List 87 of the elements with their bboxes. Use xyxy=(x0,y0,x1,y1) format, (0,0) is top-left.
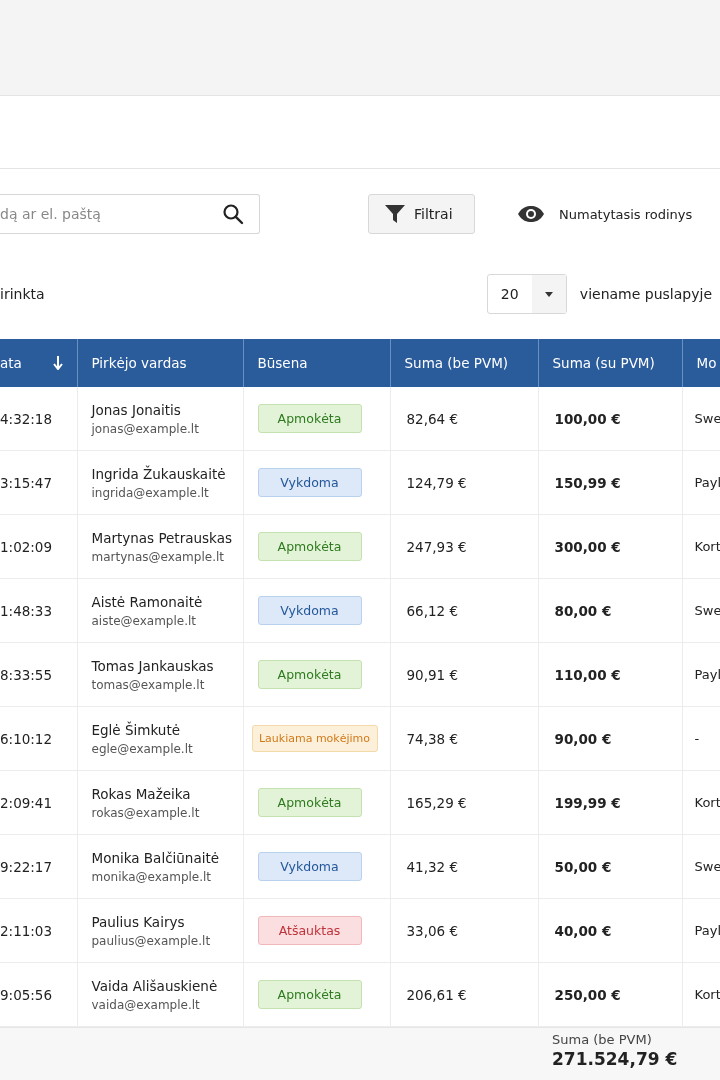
payment-method-cell: Swe xyxy=(682,578,720,643)
customer-email: monika@example.lt xyxy=(91,869,213,884)
payment-method-cell: Kort xyxy=(682,962,720,1027)
search-field[interactable]: dą ar el. paštą xyxy=(0,194,260,234)
column-header[interactable]: Pirkėjo vardas xyxy=(77,339,243,387)
payment-method-cell: Kort xyxy=(682,770,720,835)
customer-name: Tomas Jankauskas xyxy=(91,657,215,674)
amount-cell: 90,00 € xyxy=(538,706,682,771)
amount-cell: 33,06 € xyxy=(390,898,538,963)
customer-name: Monika Balčiūnaitė xyxy=(91,849,221,866)
customer-email: egle@example.lt xyxy=(91,741,194,756)
customer-email: martynas@example.lt xyxy=(91,549,225,564)
amount-cell: 100,00 € xyxy=(538,387,682,451)
time-cell: 1:48:33 xyxy=(0,578,77,643)
payment-method-cell: Payl xyxy=(682,642,720,707)
time-cell: 4:32:18 xyxy=(0,387,77,451)
amount-cell: 50,00 € xyxy=(538,834,682,899)
status-badge: Atšauktas xyxy=(257,916,362,945)
page-size-select[interactable]: 20 xyxy=(486,274,567,314)
amount-cell: 250,00 € xyxy=(538,962,682,1027)
time-cell: 9:22:17 xyxy=(0,834,77,899)
status-badge: Vykdoma xyxy=(257,468,362,497)
customer-email: tomas@example.lt xyxy=(91,677,206,692)
customer-name: Eglė Šimkutė xyxy=(91,721,181,738)
time-cell: 3:15:47 xyxy=(0,450,77,515)
total-label: Suma (be PVM) xyxy=(552,1032,653,1047)
customer-name: Paulius Kairys xyxy=(91,913,186,930)
amount-cell: 40,00 € xyxy=(538,898,682,963)
customer-email: ingrida@example.lt xyxy=(91,485,210,500)
selection-text: irinkta xyxy=(0,286,45,302)
amount-cell: 199,99 € xyxy=(538,770,682,835)
amount-cell: 74,38 € xyxy=(390,706,538,771)
caret-icon xyxy=(544,291,553,297)
time-cell: 8:33:55 xyxy=(0,642,77,707)
column-header[interactable]: Suma (su PVM) xyxy=(538,339,682,387)
amount-cell: 165,29 € xyxy=(390,770,538,835)
customer-name: Aistė Ramonaitė xyxy=(91,593,204,610)
payment-method-cell: Swe xyxy=(682,834,720,899)
amount-cell: 124,79 € xyxy=(390,450,538,515)
payment-method-cell: Kort xyxy=(682,514,720,579)
status-badge: Apmokėta xyxy=(257,788,362,817)
payment-method-cell: Payl xyxy=(682,450,720,515)
amount-cell: 247,93 € xyxy=(390,514,538,579)
time-cell: 1:02:09 xyxy=(0,514,77,579)
customer-email: vaida@example.lt xyxy=(91,997,201,1012)
amount-cell: 80,00 € xyxy=(538,578,682,643)
customer-name: Ingrida Žukauskaitė xyxy=(91,465,227,482)
customer-email: jonas@example.lt xyxy=(91,421,200,436)
customer-name: Rokas Mažeika xyxy=(91,785,192,802)
status-badge: Vykdoma xyxy=(257,596,362,625)
customer-name: Vaida Ališauskienė xyxy=(91,977,219,994)
amount-cell: 300,00 € xyxy=(538,514,682,579)
column-header[interactable]: Suma (be PVM) xyxy=(390,339,538,387)
total-value: 271.524,79 € xyxy=(552,1049,678,1069)
status-badge: Laukiama mokėjimo xyxy=(251,725,378,752)
customer-name: Jonas Jonaitis xyxy=(91,401,182,418)
amount-cell: 41,32 € xyxy=(390,834,538,899)
amount-cell: 110,00 € xyxy=(538,642,682,707)
status-badge: Vykdoma xyxy=(257,852,362,881)
search-icon[interactable] xyxy=(222,203,244,225)
customer-email: paulius@example.lt xyxy=(91,933,212,948)
customer-email: aiste@example.lt xyxy=(91,613,198,628)
time-cell: 2:11:03 xyxy=(0,898,77,963)
view-button[interactable]: Numatytasis rodinys xyxy=(517,205,693,223)
status-badge: Apmokėta xyxy=(257,980,362,1009)
amount-cell: 66,12 € xyxy=(390,578,538,643)
amount-cell: 90,91 € xyxy=(390,642,538,707)
eye-icon xyxy=(517,205,545,223)
column-header[interactable]: Būsena xyxy=(243,339,390,387)
status-badge: Apmokėta xyxy=(257,404,362,433)
status-badge: Apmokėta xyxy=(257,660,362,689)
status-badge: Apmokėta xyxy=(257,532,362,561)
amount-cell: 206,61 € xyxy=(390,962,538,1027)
column-header[interactable]: ata xyxy=(0,339,77,387)
customer-email: rokas@example.lt xyxy=(91,805,201,820)
payment-method-cell: Swe xyxy=(682,387,720,451)
amount-cell: 150,99 € xyxy=(538,450,682,515)
time-cell: 6:10:12 xyxy=(0,706,77,771)
column-header[interactable]: Mo xyxy=(682,339,720,387)
time-cell: 2:09:41 xyxy=(0,770,77,835)
page-size-label: viename puslapyje xyxy=(579,286,712,302)
funnel-icon xyxy=(385,205,405,223)
payment-method-cell: Payl xyxy=(682,898,720,963)
payment-method-cell: - xyxy=(682,706,720,771)
filter-button[interactable]: Filtrai xyxy=(368,194,475,234)
amount-cell: 82,64 € xyxy=(390,387,538,451)
time-cell: 9:05:56 xyxy=(0,962,77,1027)
